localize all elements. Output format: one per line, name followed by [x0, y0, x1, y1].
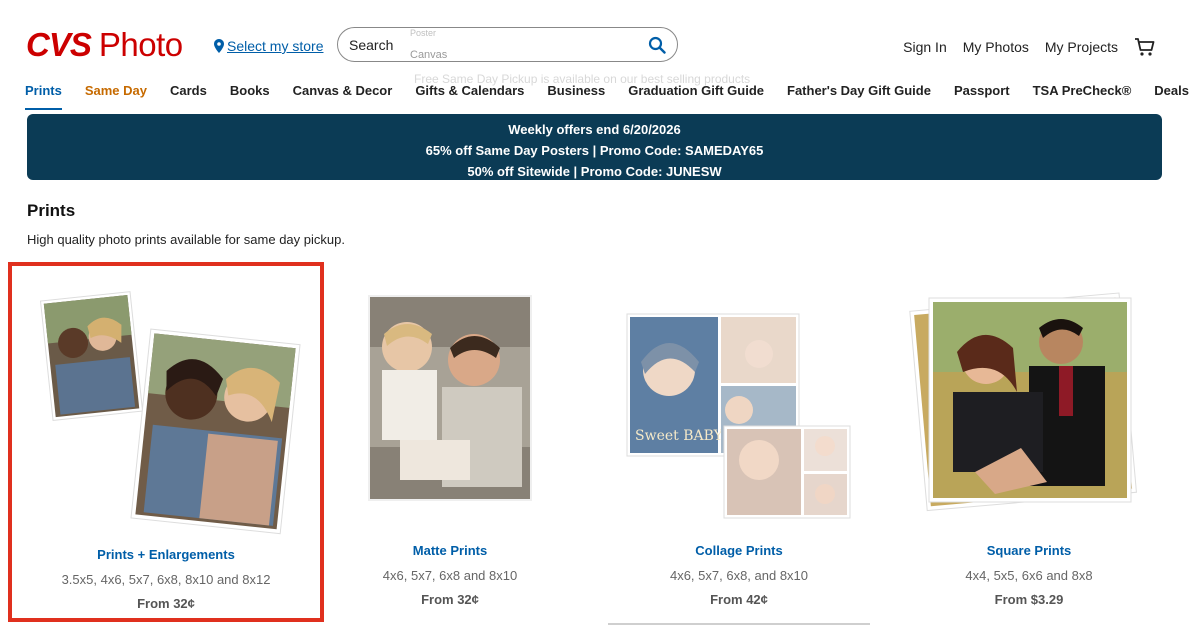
nav-tsa-precheck[interactable]: TSA PreCheck®: [1033, 83, 1132, 110]
product-name[interactable]: Collage Prints: [581, 543, 897, 558]
my-projects-link[interactable]: My Projects: [1045, 39, 1118, 55]
product-price: From 32¢: [137, 596, 195, 611]
search-suggestion: Canvas: [410, 49, 448, 61]
product-sizes: 4x6, 5x7, 6x8, and 8x10: [669, 568, 809, 583]
nav-books[interactable]: Books: [230, 83, 270, 110]
section-subtitle: High quality photo prints available for …: [27, 232, 345, 247]
product-image-square-prints[interactable]: [871, 262, 1187, 532]
account-nav: Sign In My Photos My Projects: [887, 37, 1156, 57]
select-store[interactable]: Select my store: [214, 38, 323, 54]
search-icon[interactable]: [648, 36, 666, 54]
product-price: From $3.29: [994, 592, 1064, 607]
category-nav: Prints Same Day Cards Books Canvas & Dec…: [25, 83, 1200, 110]
nav-canvas-decor[interactable]: Canvas & Decor: [293, 83, 393, 110]
cart-icon[interactable]: [1134, 37, 1156, 57]
nav-deals[interactable]: Deals: [1154, 83, 1189, 110]
cvs-photo-logo[interactable]: CVS Photo: [26, 26, 183, 63]
section-title: Prints: [27, 201, 76, 220]
product-image-collage-prints[interactable]: Sweet BABY BOY: [581, 262, 897, 532]
product-name[interactable]: Matte Prints: [292, 543, 608, 558]
my-photos-link[interactable]: My Photos: [963, 39, 1029, 55]
search-bar[interactable]: Search Poster Canvas: [337, 27, 678, 62]
logo-cvs-text: CVS: [26, 26, 92, 63]
promo-banner[interactable]: Weekly offers end 6/20/2026 65% off Same…: [27, 114, 1162, 180]
sign-in-link[interactable]: Sign In: [903, 39, 947, 55]
nav-cards[interactable]: Cards: [170, 83, 207, 110]
location-pin-icon: [214, 39, 224, 53]
nav-same-day[interactable]: Same Day: [85, 83, 147, 110]
product-card-prints-enlargements[interactable]: Prints + Enlargements 3.5x5, 4x6, 5x7, 6…: [8, 262, 324, 622]
product-card-collage-prints[interactable]: Sweet BABY BOY Collage Prints 4x6, 5x7, …: [581, 262, 897, 622]
nav-graduation-gift-guide[interactable]: Graduation Gift Guide: [628, 83, 764, 110]
nav-fathers-day-gift-guide[interactable]: Father's Day Gift Guide: [787, 83, 931, 110]
product-card-square-prints[interactable]: Square Prints 4x4, 5x5, 6x6 and 8x8 From…: [871, 262, 1187, 622]
search-suggestion-previous: Poster: [410, 29, 437, 37]
product-price: From 32¢: [421, 592, 479, 607]
product-card-matte-prints[interactable]: Matte Prints 4x6, 5x7, 6x8 and 8x10 From…: [292, 262, 608, 622]
product-name[interactable]: Prints + Enlargements: [12, 547, 320, 562]
promo-line-posters: 65% off Same Day Posters | Promo Code: S…: [425, 143, 764, 158]
promo-line-weekly: Weekly offers end 6/20/2026: [508, 122, 681, 137]
divider: [608, 623, 870, 625]
select-store-link[interactable]: Select my store: [227, 38, 323, 54]
product-price: From 42¢: [710, 592, 768, 607]
nav-passport[interactable]: Passport: [954, 83, 1010, 110]
product-image-matte-prints[interactable]: [292, 262, 608, 532]
search-label: Search: [349, 37, 394, 53]
product-image-prints-enlargements[interactable]: [12, 266, 320, 536]
product-sizes: 4x4, 5x5, 6x6 and 8x8: [965, 568, 1093, 583]
promo-line-sitewide: 50% off Sitewide | Promo Code: JUNESW: [467, 164, 722, 179]
nav-prints[interactable]: Prints: [25, 83, 62, 110]
logo-photo-text: Photo: [98, 26, 183, 63]
nav-gifts-calendars[interactable]: Gifts & Calendars: [415, 83, 524, 110]
product-name[interactable]: Square Prints: [871, 543, 1187, 558]
site-header: CVS Photo Select my store Search Poster …: [0, 0, 1200, 86]
product-sizes: 4x6, 5x7, 6x8 and 8x10: [382, 568, 518, 583]
product-sizes: 3.5x5, 4x6, 5x7, 6x8, 8x10 and 8x12: [61, 572, 271, 587]
nav-business[interactable]: Business: [547, 83, 605, 110]
